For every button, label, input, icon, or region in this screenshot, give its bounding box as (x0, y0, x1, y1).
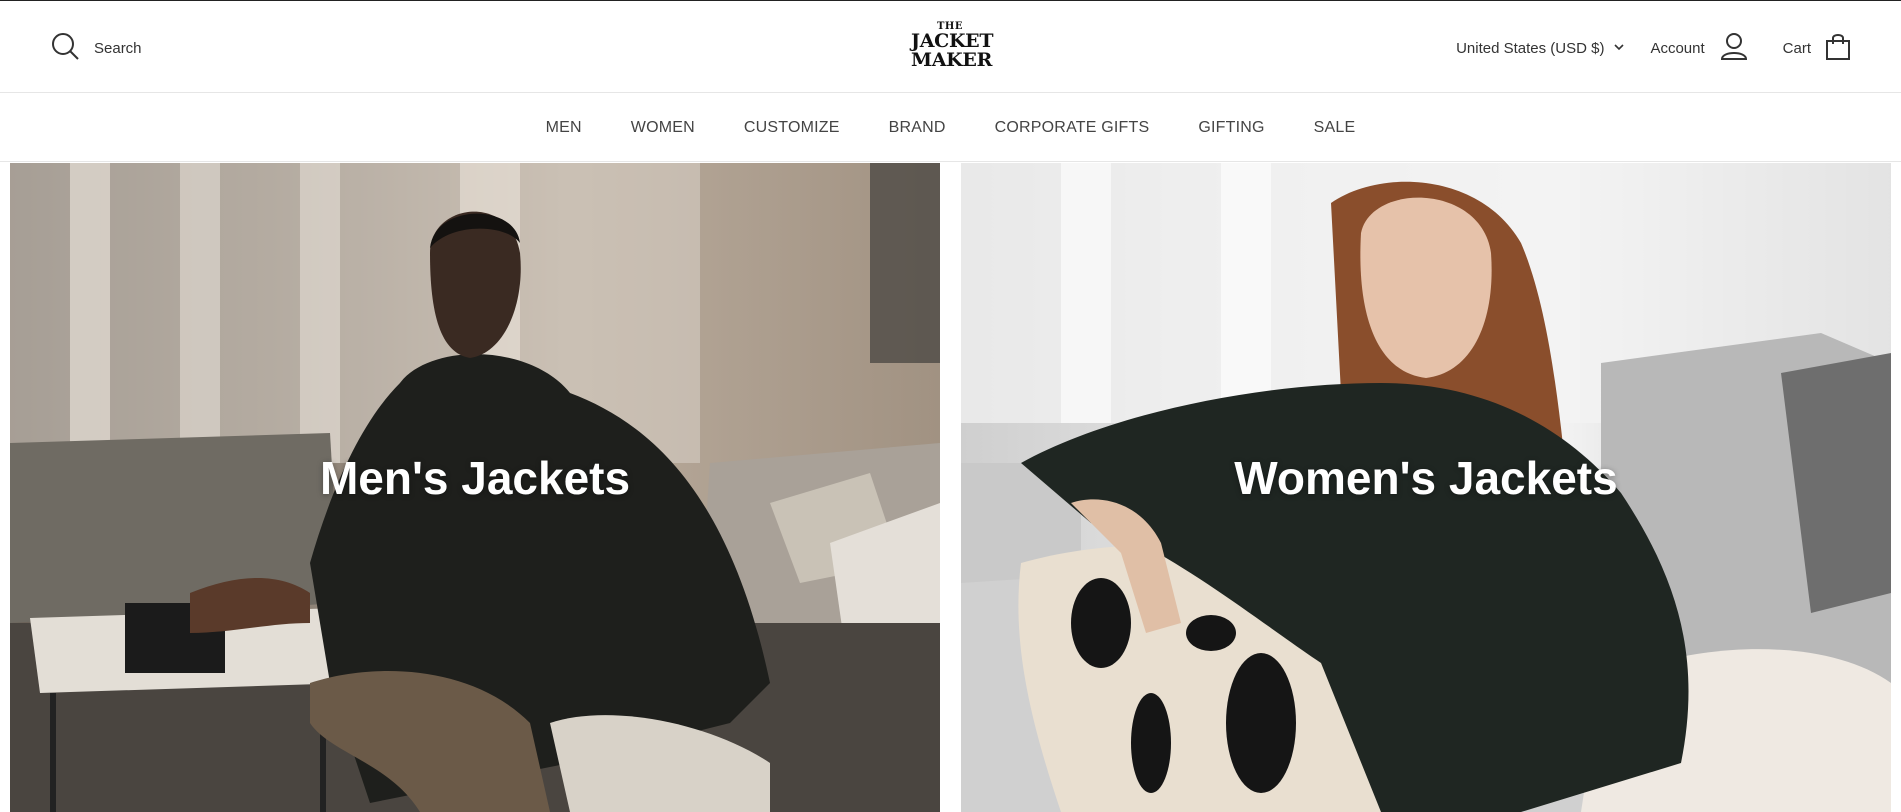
chevron-down-icon (1604, 40, 1625, 57)
nav-item-corporate-gifts[interactable]: CORPORATE GIFTS (995, 119, 1150, 137)
nav-item-brand[interactable]: BRAND (889, 119, 946, 137)
currency-label: United States (USD $) (1456, 39, 1605, 57)
shopping-bag-icon (1811, 31, 1851, 65)
nav-item-gifting[interactable]: GIFTING (1198, 119, 1264, 137)
cart-link[interactable]: Cart (1783, 31, 1851, 65)
account-link[interactable]: Account (1650, 31, 1748, 65)
nav-item-men[interactable]: MEN (546, 119, 582, 137)
womens-jackets-heading: Women's Jackets (1234, 452, 1618, 504)
main-nav: MEN WOMEN CUSTOMIZE BRAND CORPORATE GIFT… (0, 94, 1901, 162)
search-icon (50, 31, 80, 66)
search-button[interactable]: Search (50, 31, 142, 66)
womens-jackets-banner[interactable]: Women's Jackets (961, 163, 1891, 812)
logo-line-3: MAKER (911, 49, 993, 71)
site-header: Search THE JACKET MAKER United States (U… (0, 1, 1901, 93)
header-tools: United States (USD $) Account Cart (1456, 31, 1851, 65)
nav-item-sale[interactable]: SALE (1314, 119, 1356, 137)
cart-label: Cart (1782, 39, 1811, 57)
currency-selector[interactable]: United States (USD $) (1456, 40, 1625, 57)
user-icon (1705, 31, 1749, 65)
account-label: Account (1650, 39, 1705, 57)
site-logo[interactable]: THE JACKET MAKER (911, 21, 994, 73)
mens-jackets-banner[interactable]: Men's Jackets (10, 163, 940, 812)
nav-item-women[interactable]: WOMEN (631, 119, 695, 137)
mens-jackets-heading: Men's Jackets (319, 452, 631, 504)
nav-item-customize[interactable]: CUSTOMIZE (744, 119, 840, 137)
search-label: Search (94, 40, 142, 57)
